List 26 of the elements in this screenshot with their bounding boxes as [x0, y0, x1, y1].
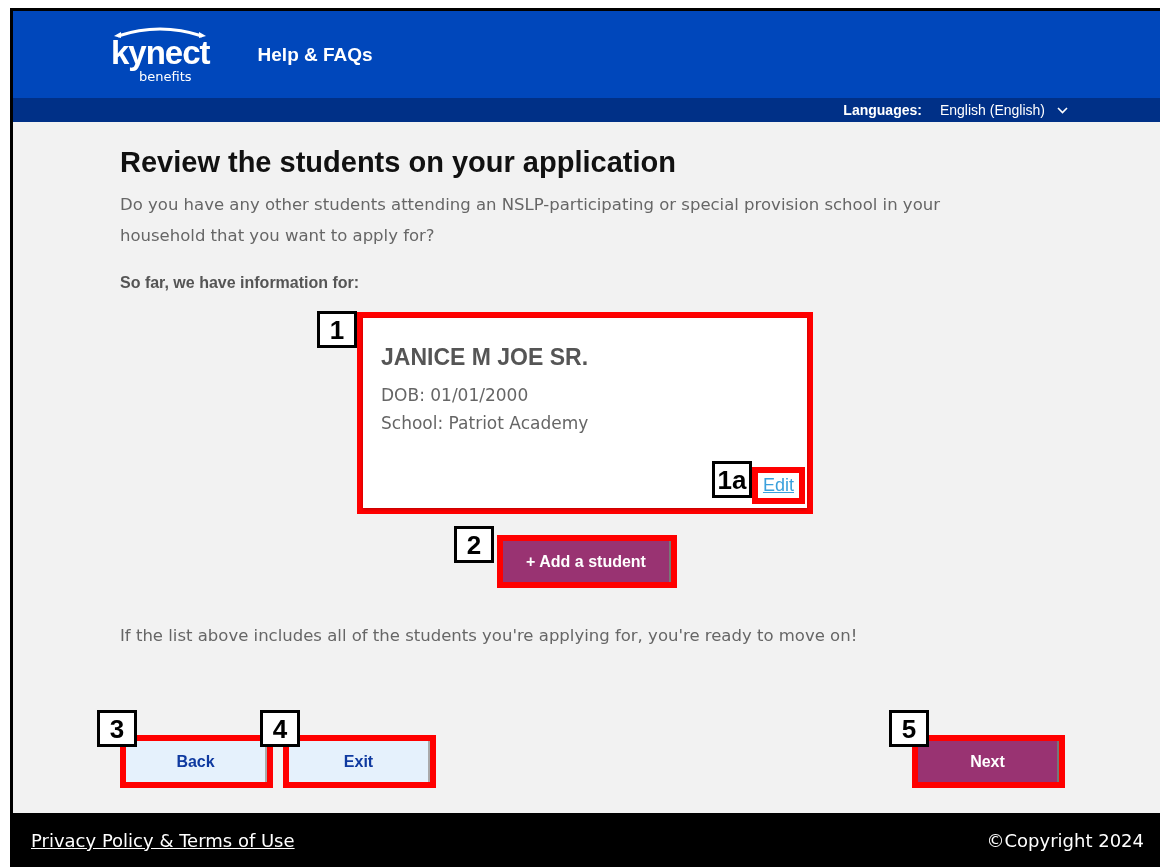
language-value: English (English) [939, 102, 1045, 118]
privacy-link[interactable]: Privacy Policy & Terms of Use [31, 829, 295, 851]
question-text: Do you have any other students attending an NSLP-participating or special provision school in your household that you want to apply for? [120, 194, 941, 247]
nav-button[interactable]: Exit [289, 741, 430, 782]
callout-number: 1a [711, 461, 752, 498]
add-student-button[interactable]: + Add a student [503, 541, 671, 582]
summary-label: So far, we have information for: [120, 274, 361, 292]
student-school: School: Patriot Academy [381, 413, 590, 433]
callout-number: 2 [454, 526, 494, 563]
nav-button[interactable]: Back [126, 741, 267, 782]
help-link[interactable]: Help & FAQs [257, 43, 373, 66]
ready-message: If the list above includes all of the students you're applying for, you're ready to move on! [120, 626, 859, 645]
chevron-down-icon [1057, 106, 1068, 114]
student-dob: DOB: 01/01/2000 [381, 385, 530, 405]
logo-subtitle: benefits [139, 70, 192, 83]
callout-number: 1 [317, 311, 357, 348]
callout-number: 5 [889, 710, 929, 747]
page-title: Review the students on your application [120, 146, 677, 179]
student-name: JANICE M JOE SR. [381, 344, 590, 371]
copyright-text: ©Copyright 2024 [986, 829, 1144, 851]
logo-wordmark: kynect [111, 36, 210, 69]
language-label: Languages: [843, 102, 922, 118]
callout-number: 4 [260, 710, 300, 747]
callout-number: 3 [97, 710, 137, 747]
language-select[interactable]: English (English) [939, 102, 1068, 118]
next-button[interactable]: Next [918, 741, 1059, 782]
